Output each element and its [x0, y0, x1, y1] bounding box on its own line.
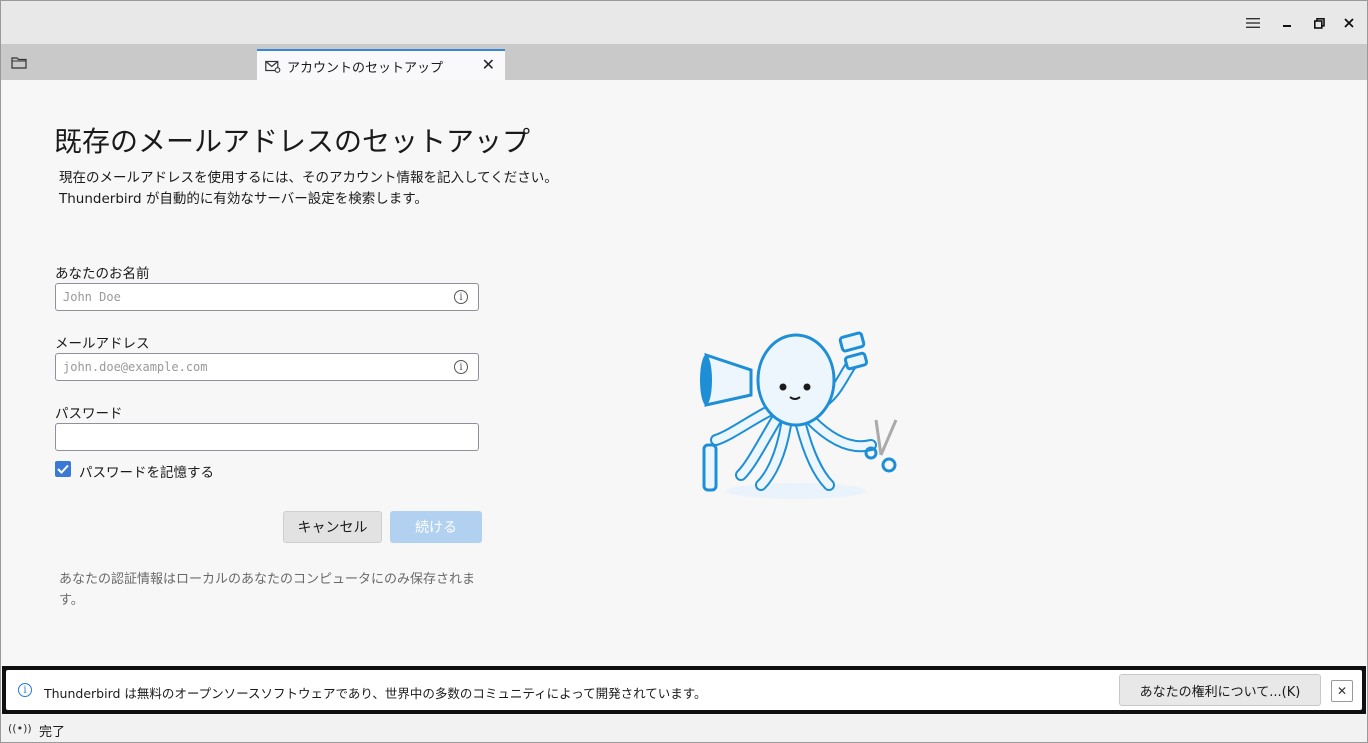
continue-button[interactable]: 続ける — [390, 511, 482, 543]
subtitle-line-2: Thunderbird が自動的に有効なサーバー設定を検索します。 — [59, 191, 428, 207]
email-label: メールアドレス — [55, 336, 150, 352]
account-setup-page: 既存のメールアドレスのセットアップ 現在のメールアドレスを使用するには、そのアカ… — [1, 80, 1367, 665]
email-input[interactable]: john.doe@example.com — [55, 353, 479, 381]
app-window: アカウントのセットアップ ✕ 既存のメールアドレスのセットアップ 現在のメールア… — [0, 0, 1368, 743]
cancel-button[interactable]: キャンセル — [283, 511, 382, 543]
close-icon[interactable] — [1339, 13, 1359, 33]
folder-icon[interactable] — [11, 54, 33, 72]
password-label: パスワード — [55, 406, 123, 422]
menu-icon[interactable] — [1243, 13, 1263, 33]
notification-text: Thunderbird は無料のオープンソースソフトウェアであり、世界中の多数の… — [44, 686, 707, 701]
subtitle-line-1: 現在のメールアドレスを使用するには、そのアカウント情報を記入してください。 — [59, 170, 558, 186]
status-bar: ((•)) 完了 — [1, 715, 1367, 742]
minimize-icon[interactable] — [1277, 13, 1297, 33]
mail-setup-icon — [265, 58, 281, 73]
name-info-icon[interactable]: i — [454, 290, 468, 304]
tab-close-icon[interactable]: ✕ — [482, 55, 495, 74]
remember-password-label[interactable]: パスワードを記憶する — [79, 461, 214, 481]
password-input[interactable] — [55, 423, 479, 451]
checkmark-icon — [57, 464, 69, 474]
name-input[interactable]: John Doe — [55, 283, 479, 311]
title-bar — [1, 1, 1367, 44]
credentials-note: あなたの認証情報はローカルのあなたのコンピュータにのみ保存されます。 — [59, 572, 476, 608]
rights-button[interactable]: あなたの権利について...(K) — [1119, 674, 1321, 706]
octopus-illustration — [691, 325, 906, 505]
tab-account-setup[interactable]: アカウントのセットアップ ✕ — [257, 49, 505, 80]
notification-close-button[interactable]: ✕ — [1331, 680, 1353, 702]
page-subtitle: 現在のメールアドレスを使用するには、そのアカウント情報を記入してください。 Th… — [59, 168, 558, 210]
page-title: 既存のメールアドレスのセットアップ — [54, 125, 531, 158]
info-icon: i — [18, 683, 32, 697]
tab-label: アカウントのセットアップ — [287, 61, 444, 76]
online-status-icon[interactable]: ((•)) — [8, 722, 32, 735]
status-text: 完了 — [39, 725, 66, 740]
email-info-icon[interactable]: i — [454, 360, 468, 374]
notification-panel: i Thunderbird は無料のオープンソースソフトウェアであり、世界中の多… — [6, 670, 1362, 710]
remember-password-checkbox[interactable] — [55, 461, 71, 477]
tab-strip: アカウントのセットアップ ✕ — [1, 44, 1367, 80]
maximize-icon[interactable] — [1309, 13, 1329, 33]
notification-bar: i Thunderbird は無料のオープンソースソフトウェアであり、世界中の多… — [2, 666, 1366, 714]
name-label: あなたのお名前 — [55, 266, 150, 282]
